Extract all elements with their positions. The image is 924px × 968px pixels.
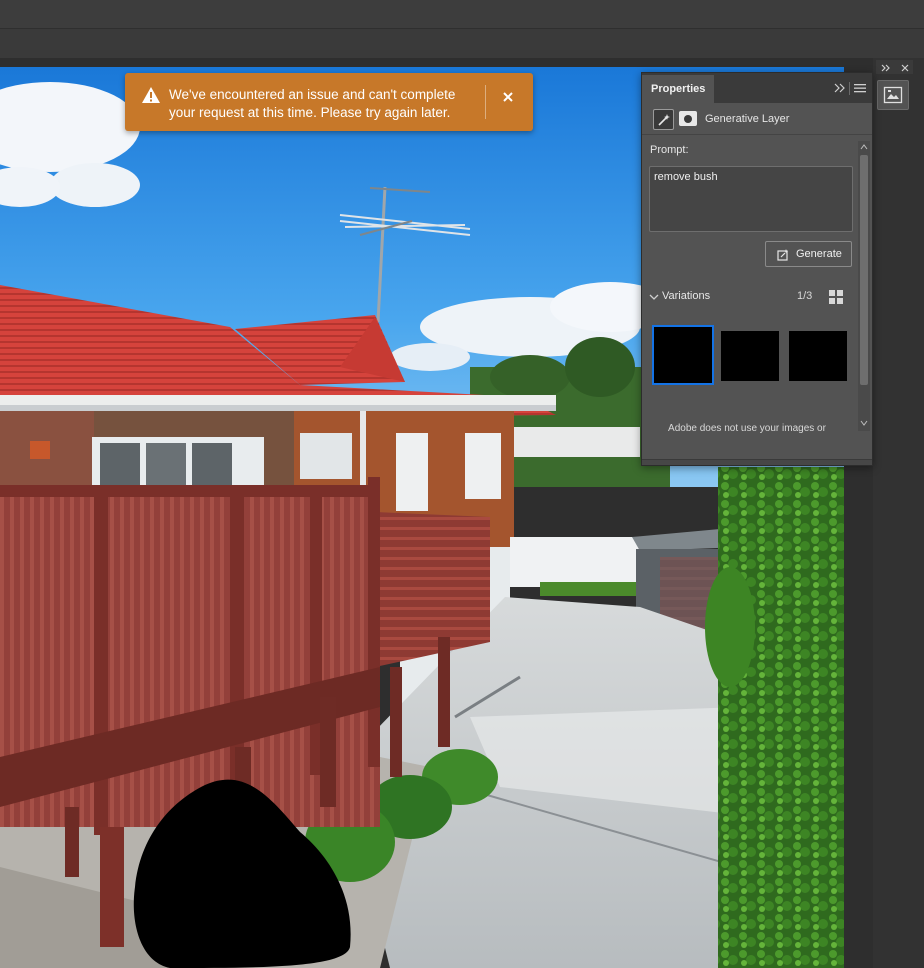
mask-icon	[684, 114, 692, 123]
document-tab-bar	[0, 28, 924, 58]
magic-wand-icon	[657, 113, 670, 126]
scroll-thumb[interactable]	[860, 155, 868, 385]
layer-mask-button[interactable]	[679, 111, 697, 126]
warning-icon	[142, 87, 160, 103]
error-toast: We've encountered an issue and can't com…	[125, 73, 533, 131]
generate-label: Generate	[796, 248, 842, 260]
variation-thumbnail-1[interactable]	[652, 325, 714, 385]
prompt-label: Prompt:	[650, 144, 689, 156]
tab-properties[interactable]: Properties	[642, 75, 715, 103]
variations-count: 1/3	[797, 290, 813, 302]
variation-thumbnail-2[interactable]	[721, 331, 779, 381]
layer-type-label: Generative Layer	[705, 113, 790, 125]
toast-close-button[interactable]	[498, 87, 518, 107]
close-icon	[503, 92, 513, 102]
right-dock	[873, 58, 924, 968]
toast-message: We've encountered an issue and can't com…	[169, 87, 456, 120]
header-divider	[849, 82, 850, 95]
prompt-input[interactable]: remove bush	[649, 166, 853, 232]
image-properties-icon	[883, 86, 903, 104]
panel-bottom-edge	[642, 459, 872, 465]
grid-view-icon[interactable]	[828, 289, 844, 305]
scroll-up-icon[interactable]	[860, 143, 868, 151]
panel-menu-icon[interactable]	[854, 82, 866, 94]
generate-button[interactable]: Generate	[765, 241, 852, 267]
disclaimer-text: Adobe does not use your images or	[668, 423, 826, 434]
chevron-down-icon[interactable]	[649, 292, 659, 302]
properties-panel-button[interactable]	[877, 80, 909, 110]
panel-scrollbar[interactable]	[858, 141, 870, 431]
panel-header: Properties	[642, 73, 872, 103]
properties-panel: Properties Generative Layer Prompt: remo…	[641, 72, 873, 466]
generative-layer-button[interactable]	[653, 109, 674, 130]
scroll-down-icon[interactable]	[860, 419, 868, 427]
layer-type-row: Generative Layer	[642, 103, 872, 135]
variations-label[interactable]: Variations	[662, 290, 710, 302]
dock-collapse-strip[interactable]	[876, 60, 913, 74]
toast-divider	[485, 85, 486, 119]
variation-thumbnail-3[interactable]	[789, 331, 847, 381]
generate-icon	[777, 248, 789, 261]
options-bar	[0, 0, 924, 28]
collapse-panel-icon[interactable]	[832, 81, 846, 95]
double-chevron-icon	[881, 64, 909, 72]
